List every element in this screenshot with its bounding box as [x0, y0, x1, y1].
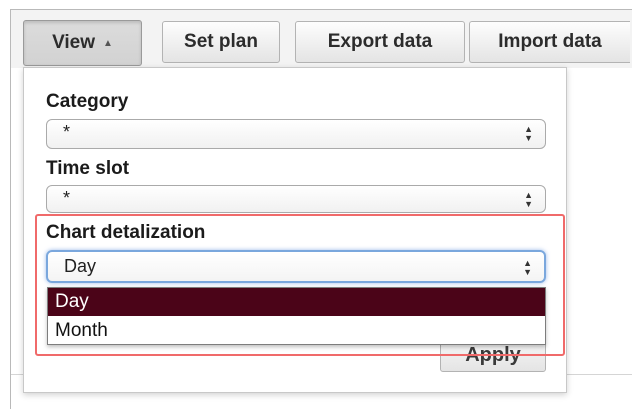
time-slot-label: Time slot	[46, 158, 130, 179]
chart-detalization-label: Chart detalization	[46, 222, 206, 243]
view-button-label: View	[52, 32, 96, 53]
export-data-button[interactable]: Export data	[295, 21, 465, 63]
time-slot-value: *	[63, 188, 71, 208]
option-month[interactable]: Month	[48, 317, 545, 345]
category-label: Category	[46, 91, 129, 112]
category-value: *	[63, 122, 71, 142]
select-arrows-icon: ▲ ▼	[524, 190, 533, 209]
time-slot-select[interactable]: * ▲ ▼	[46, 185, 546, 213]
import-data-label: Import data	[498, 31, 602, 52]
chart-detalization-select[interactable]: Day ▲ ▼	[46, 250, 546, 283]
chart-detalization-options: Day Month	[47, 287, 546, 345]
select-arrows-icon: ▲ ▼	[524, 124, 533, 143]
select-arrows-icon: ▲ ▼	[523, 258, 532, 277]
apply-button-label: Apply	[465, 343, 521, 366]
set-plan-button[interactable]: Set plan	[162, 21, 280, 63]
chart-detalization-value: Day	[64, 256, 97, 276]
export-data-label: Export data	[327, 31, 433, 52]
caret-up-icon: ▲	[103, 37, 113, 49]
set-plan-label: Set plan	[184, 31, 258, 52]
view-button[interactable]: View ▲	[23, 20, 142, 66]
option-day[interactable]: Day	[48, 288, 545, 316]
category-select[interactable]: * ▲ ▼	[46, 119, 546, 149]
import-data-button[interactable]: Import data	[469, 21, 630, 63]
